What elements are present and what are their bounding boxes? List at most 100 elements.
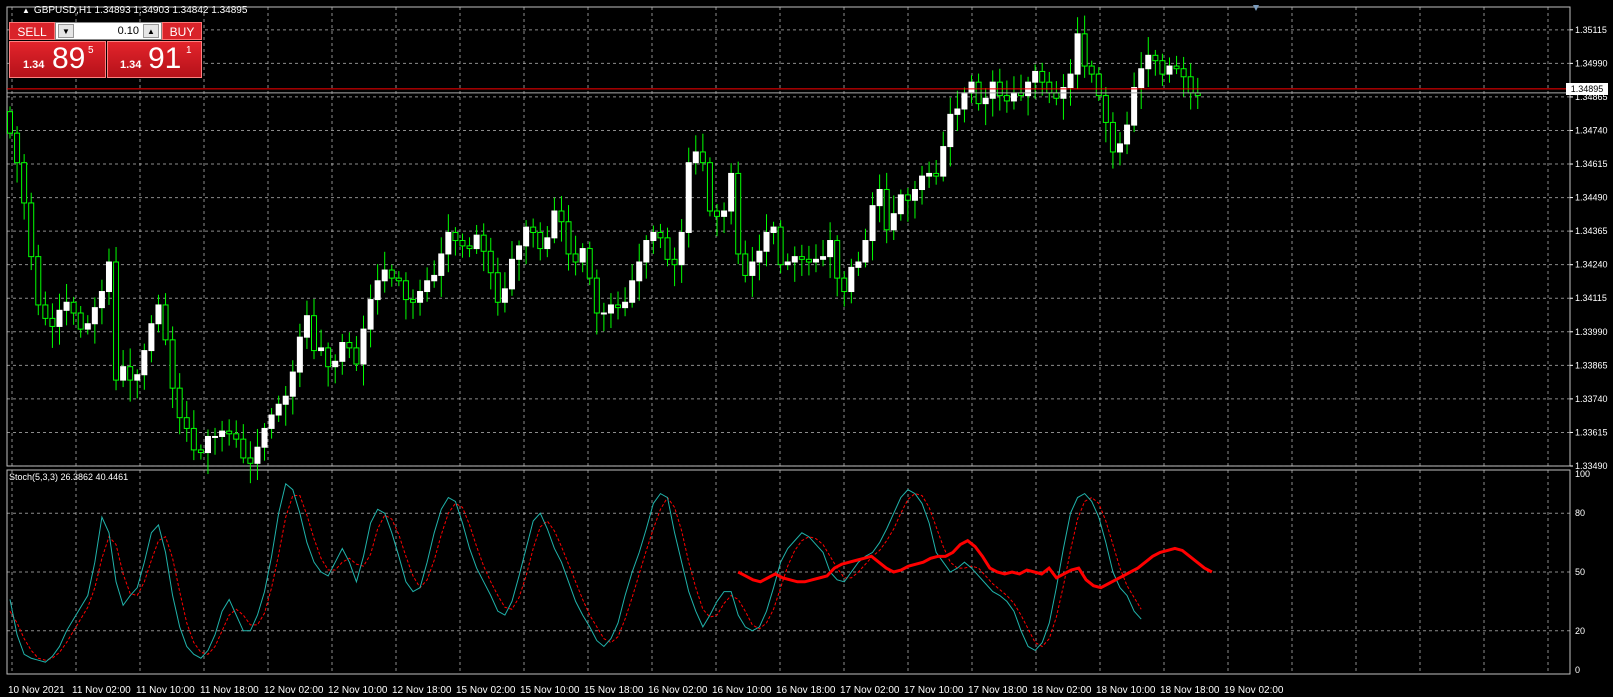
candle bbox=[996, 68, 1003, 111]
candle-body bbox=[671, 258, 678, 266]
collapse-triangle-icon[interactable]: ▲ bbox=[22, 6, 30, 15]
candle-body bbox=[431, 274, 438, 282]
bid-price-button[interactable]: 1.34 89 5 bbox=[9, 41, 106, 78]
candle-body bbox=[424, 280, 431, 293]
lot-size-field[interactable]: ▼ 0.10 ▲ bbox=[55, 22, 162, 40]
candle-body bbox=[926, 172, 933, 177]
candle-body bbox=[530, 226, 537, 233]
candle bbox=[346, 332, 353, 359]
candle bbox=[756, 234, 763, 281]
candle bbox=[558, 195, 565, 242]
candle-body bbox=[763, 231, 770, 252]
candle bbox=[728, 163, 735, 225]
candle bbox=[1039, 62, 1046, 96]
candle-body bbox=[692, 151, 699, 164]
candle bbox=[742, 240, 749, 283]
candle-body bbox=[643, 240, 650, 263]
candle-body bbox=[1067, 73, 1074, 89]
candle bbox=[897, 189, 904, 221]
candle bbox=[367, 284, 374, 348]
arrow-down-icon[interactable]: ▼ bbox=[58, 24, 74, 38]
candle-body bbox=[897, 194, 904, 215]
sell-button[interactable]: SELL bbox=[9, 22, 55, 40]
candle bbox=[947, 97, 954, 167]
candle bbox=[494, 257, 501, 316]
candle-body bbox=[841, 277, 848, 293]
arrow-up-icon[interactable]: ▲ bbox=[143, 24, 159, 38]
x-tick-label: 17 Nov 10:00 bbox=[904, 685, 964, 696]
candle-body bbox=[501, 288, 508, 303]
candle-body bbox=[141, 350, 148, 376]
symbol-line: GBPUSD,H1 1.34893 1.34903 1.34842 1.3489… bbox=[33, 5, 248, 16]
candle-body bbox=[685, 162, 692, 233]
candle bbox=[989, 70, 996, 117]
candle bbox=[1194, 77, 1201, 109]
candle-body bbox=[770, 226, 777, 233]
candle bbox=[197, 444, 204, 460]
candle bbox=[169, 326, 176, 409]
candle-body bbox=[805, 258, 812, 263]
candle-body bbox=[459, 240, 466, 247]
candle bbox=[141, 343, 148, 390]
candle-body bbox=[155, 304, 162, 325]
candle bbox=[1060, 74, 1067, 120]
x-tick-label: 12 Nov 18:00 bbox=[392, 685, 452, 696]
buy-button[interactable]: BUY bbox=[162, 22, 202, 40]
ask-price-prefix: 1.34 bbox=[120, 59, 142, 71]
candle-body bbox=[883, 189, 890, 231]
candle bbox=[303, 300, 310, 349]
candle bbox=[162, 293, 169, 346]
stoch-tick-label: 20 bbox=[1575, 626, 1585, 636]
candle bbox=[735, 161, 742, 265]
candle bbox=[530, 218, 537, 248]
candle-body bbox=[14, 132, 21, 164]
candle bbox=[622, 287, 629, 317]
candle-body bbox=[296, 336, 303, 373]
candle bbox=[940, 131, 947, 182]
price-tick-label: 1.34365 bbox=[1575, 226, 1608, 236]
candle-body bbox=[289, 371, 296, 397]
candle-body bbox=[848, 266, 855, 293]
candle bbox=[812, 244, 819, 273]
candle bbox=[1124, 111, 1131, 155]
candle-body bbox=[1053, 92, 1060, 99]
candle bbox=[473, 224, 480, 254]
candle bbox=[749, 246, 756, 297]
candle bbox=[311, 299, 318, 360]
candle bbox=[445, 214, 452, 273]
candle-body bbox=[374, 280, 381, 301]
candle bbox=[1173, 55, 1180, 75]
candle bbox=[21, 154, 28, 220]
candle bbox=[98, 279, 105, 325]
candle-body bbox=[49, 317, 56, 327]
candle-body bbox=[487, 250, 494, 274]
candle bbox=[388, 264, 395, 287]
candle bbox=[35, 244, 42, 316]
candle bbox=[1116, 132, 1123, 166]
candle-body bbox=[325, 347, 332, 368]
candle bbox=[763, 214, 770, 267]
x-tick-label: 11 Nov 02:00 bbox=[72, 685, 131, 696]
candle-body bbox=[1173, 65, 1180, 70]
candle bbox=[289, 360, 296, 415]
lot-size-value[interactable]: 0.10 bbox=[118, 25, 139, 37]
ask-price-button[interactable]: 1.34 91 1 bbox=[107, 41, 202, 78]
candle-body bbox=[70, 301, 77, 314]
chart-canvas[interactable]: 10 Nov 2021 11 Nov 02:00 11 Nov 10:00 11 No… bbox=[0, 0, 1613, 697]
candle bbox=[417, 279, 424, 316]
candle bbox=[247, 441, 254, 484]
x-tick-label: 16 Nov 18:00 bbox=[776, 685, 836, 696]
price-tick-label: 1.34990 bbox=[1575, 58, 1608, 68]
candle-body bbox=[1145, 54, 1152, 70]
candle-body bbox=[947, 113, 954, 148]
candle bbox=[890, 195, 897, 240]
x-tick-label: 19 Nov 02:00 bbox=[1224, 685, 1284, 696]
candle bbox=[600, 302, 607, 332]
x-tick-label: 12 Nov 02:00 bbox=[264, 685, 324, 696]
candle-body bbox=[890, 213, 897, 231]
candle-body bbox=[961, 92, 968, 110]
candle-body bbox=[339, 342, 346, 362]
candle-body bbox=[332, 360, 339, 368]
x-tick-label: 12 Nov 10:00 bbox=[328, 685, 388, 696]
candle-body bbox=[360, 328, 367, 365]
